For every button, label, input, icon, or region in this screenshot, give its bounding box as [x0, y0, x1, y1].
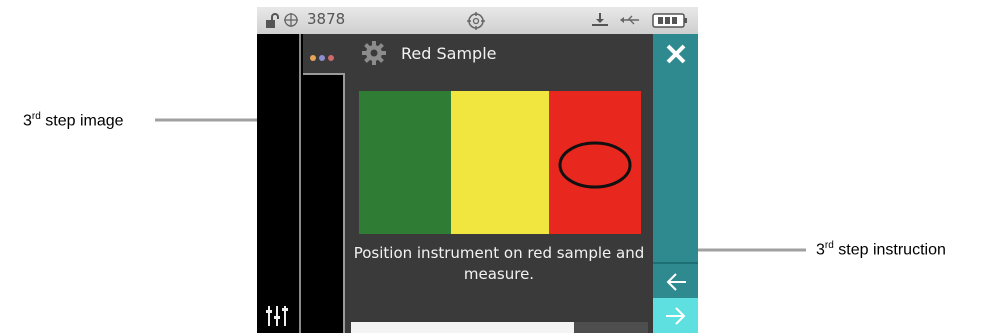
- back-arrow-icon: [666, 273, 686, 291]
- next-arrow-icon: [665, 306, 685, 325]
- progress-fill: [351, 322, 574, 333]
- main-panel: Red Sample Position instrument on red sa…: [303, 34, 653, 333]
- left-rail: [257, 34, 301, 333]
- lock-open-icon: [265, 13, 281, 29]
- status-bar: 3878: [257, 7, 698, 34]
- sliders-icon[interactable]: [265, 304, 289, 332]
- dots-menu-icon[interactable]: [309, 48, 337, 67]
- download-icon: [591, 13, 609, 27]
- counter: 3878: [307, 10, 346, 28]
- title-row: Red Sample: [303, 34, 653, 73]
- callout-rest: step instruction: [833, 241, 946, 259]
- gear-icon[interactable]: [361, 40, 387, 70]
- red-stripe: [549, 91, 641, 234]
- callout-rest: step image: [40, 112, 124, 130]
- callout-step-image: 3rd step image: [23, 111, 124, 130]
- callout-ordinal: 3: [23, 112, 32, 130]
- right-rail: [653, 34, 698, 333]
- step-image: [359, 91, 641, 234]
- step-instruction: Position instrument on red sample and me…: [353, 244, 645, 283]
- close-icon: [666, 44, 685, 64]
- next-button[interactable]: [653, 298, 698, 333]
- callout-suffix: rd: [824, 240, 834, 251]
- page-title: Red Sample: [401, 44, 497, 63]
- rail-divider: [299, 34, 301, 333]
- green-stripe: [359, 91, 451, 234]
- close-button[interactable]: [653, 34, 698, 74]
- callout-ordinal: 3: [816, 241, 825, 259]
- callout-suffix: rd: [31, 111, 41, 122]
- battery-icon: [652, 13, 688, 28]
- yellow-stripe: [451, 91, 549, 234]
- progress-bar: [351, 322, 648, 333]
- back-button[interactable]: [653, 262, 698, 300]
- device-screen: 3878 Red Sample Position instrument on r…: [257, 7, 698, 333]
- callout-step-instruction: 3rd step instruction: [816, 240, 946, 259]
- target-icon: [467, 12, 485, 30]
- usb-icon: [620, 14, 640, 26]
- crosshair-icon: [283, 12, 299, 28]
- panel-strip: [303, 73, 345, 333]
